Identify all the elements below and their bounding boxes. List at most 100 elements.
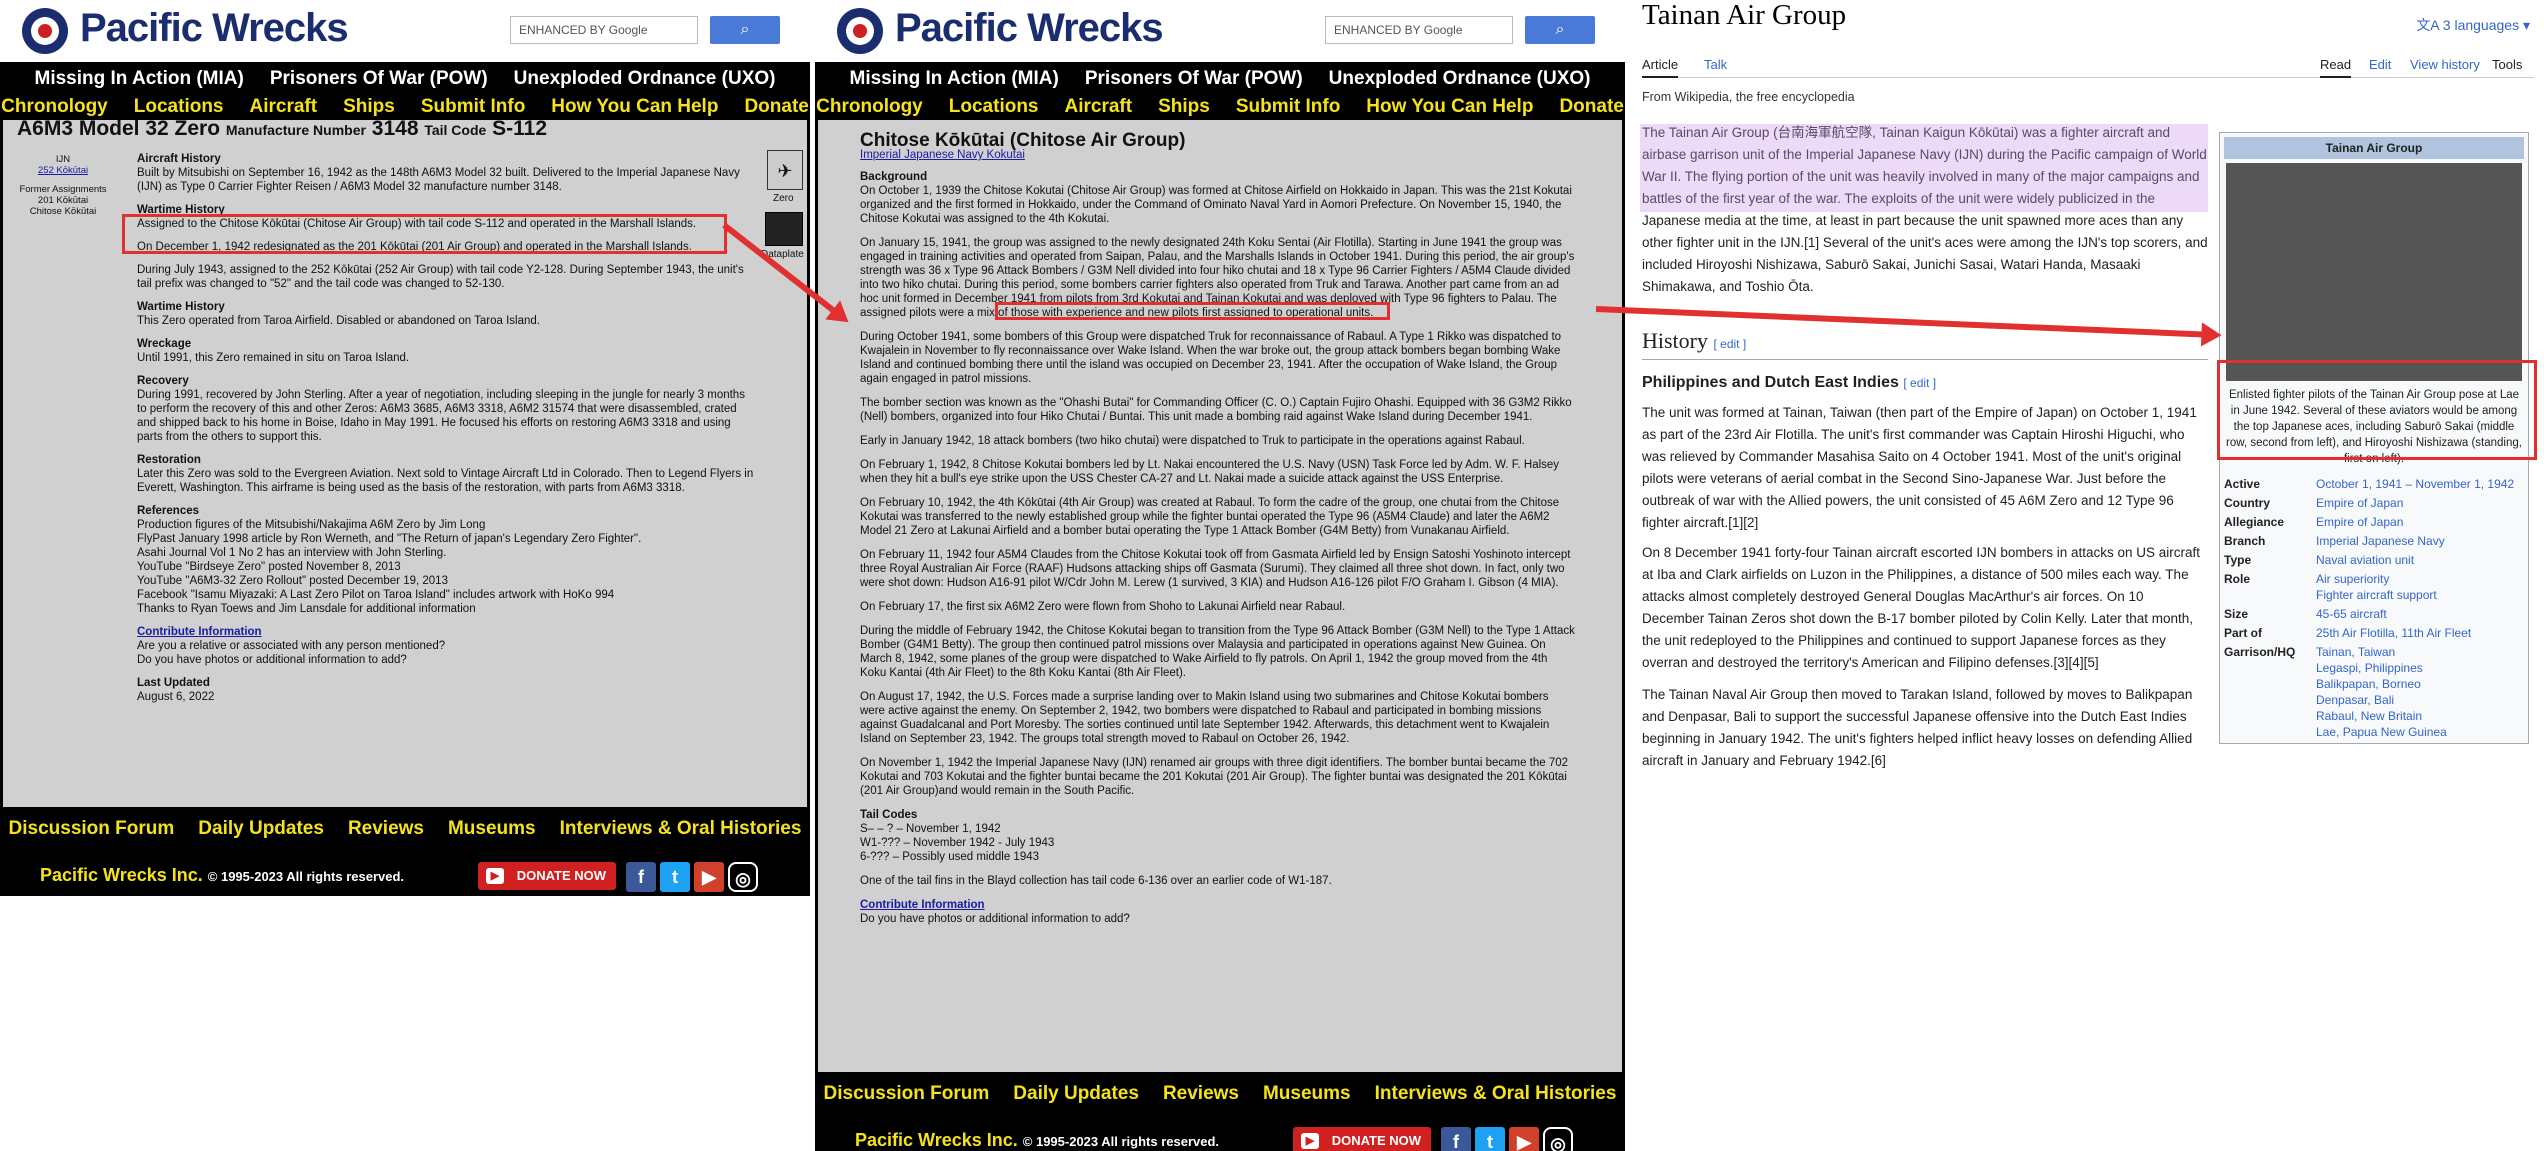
infobox-label: Part of xyxy=(2224,626,2263,640)
nav-link[interactable]: Prisoners Of War (POW) xyxy=(270,66,488,94)
nav-row: Missing In Action (MIA) Prisoners Of War … xyxy=(815,66,1625,94)
nav-link[interactable]: How You Can Help xyxy=(551,94,718,122)
nav-link[interactable]: Aircraft xyxy=(250,94,318,122)
facebook-icon[interactable]: f xyxy=(1441,1127,1471,1151)
infobox-label: Size xyxy=(2224,607,2249,621)
infobox-value[interactable]: 45-65 aircraft xyxy=(2316,606,2524,622)
side-chitose: Chitose Kōkūtai xyxy=(29,206,97,217)
nav-link[interactable]: Locations xyxy=(949,94,1039,122)
infobox-row: Branch Imperial Japanese Navy xyxy=(2224,533,2524,549)
section-heading: Restoration xyxy=(137,454,201,466)
language-button[interactable]: 文A 3 languages ▾ xyxy=(2416,14,2530,36)
nav-link[interactable]: Missing In Action (MIA) xyxy=(850,66,1059,94)
footer-link[interactable]: Daily Updates xyxy=(1013,1083,1139,1105)
site-header: ★ Pacific Wrecks ENHANCED BY Google ⌕ xyxy=(815,0,1625,62)
roundel-logo-icon[interactable]: ★ xyxy=(22,8,68,54)
infobox-value[interactable]: Air superiority Fighter aircraft support xyxy=(2316,571,2524,603)
nav-link[interactable]: Aircraft xyxy=(1065,94,1133,122)
donate-button[interactable]: ▶ DONATE NOW xyxy=(478,862,616,890)
nav-link[interactable]: Unexploded Ordnance (UXO) xyxy=(514,66,776,94)
paragraph: On February 17, the first six A6M2 Zero … xyxy=(860,601,1346,613)
group-photo[interactable] xyxy=(2226,163,2522,381)
nav-link[interactable]: Donate xyxy=(744,94,808,122)
footer-link[interactable]: Discussion Forum xyxy=(824,1083,990,1105)
pacific-wrecks-aircraft-page: ★ Pacific Wrecks ENHANCED BY Google ⌕ Mi… xyxy=(0,0,810,900)
infobox-row: Active October 1, 1941 – November 1, 1942 xyxy=(2224,476,2524,492)
instagram-icon[interactable]: ◎ xyxy=(728,862,758,892)
footer-link[interactable]: Daily Updates xyxy=(198,818,324,840)
nav-link[interactable]: Donate xyxy=(1559,94,1623,122)
youtube-icon[interactable]: ▶ xyxy=(694,862,724,892)
highlight-ad-hoc-unit xyxy=(995,302,1390,320)
contribute-text: Do you have photos or additional informa… xyxy=(860,913,1130,925)
search-input[interactable]: ENHANCED BY Google xyxy=(510,16,698,44)
history-section: During July 1943, assigned to the 252 Kō… xyxy=(137,263,757,291)
facebook-icon[interactable]: f xyxy=(626,862,656,892)
dataplate-thumbnail[interactable] xyxy=(765,212,803,246)
youtube-icon[interactable]: ▶ xyxy=(1509,1127,1539,1151)
infobox-value[interactable]: 25th Air Flotilla, 11th Air Fleet xyxy=(2316,625,2524,641)
history-section: References Production figures of the Mits… xyxy=(137,504,757,616)
section-heading: References xyxy=(137,505,200,517)
roundel-logo-icon[interactable]: ★ xyxy=(837,8,883,54)
search-button[interactable]: ⌕ xyxy=(1525,16,1595,44)
side-former: Former Assignments xyxy=(19,184,107,195)
nav-link[interactable]: Chronology xyxy=(816,94,923,122)
footer-link[interactable]: Interviews & Oral Histories xyxy=(1375,1083,1617,1105)
highlight-wartime-history xyxy=(122,214,727,254)
site-footer: Discussion Forum Daily Updates Reviews Muse… xyxy=(0,810,810,896)
infobox-value[interactable]: Naval aviation unit xyxy=(2316,552,2524,568)
paragraph: On February 11, 1942 four A5M4 Claudes f… xyxy=(860,549,1571,589)
footer-link[interactable]: Reviews xyxy=(348,818,424,840)
nav-link[interactable]: Submit Info xyxy=(1236,94,1340,122)
paragraph: On February 10, 1942, the 4th Kōkūtai (4… xyxy=(860,497,1560,537)
footer-link[interactable]: Museums xyxy=(448,818,536,840)
footer-link[interactable]: Interviews & Oral Histories xyxy=(560,818,802,840)
infobox-label: Active xyxy=(2224,477,2261,491)
donate-button[interactable]: ▶ DONATE NOW xyxy=(1293,1127,1431,1151)
history-section: Restoration Later this Zero was sold to t… xyxy=(137,453,757,495)
contribute-link[interactable]: Contribute Information xyxy=(860,898,1576,912)
footer-link[interactable]: Reviews xyxy=(1163,1083,1239,1105)
side-ijn: IJN xyxy=(55,154,71,165)
footer-link[interactable]: Discussion Forum xyxy=(9,818,175,840)
instagram-icon[interactable]: ◎ xyxy=(1543,1127,1573,1151)
tab-tools[interactable]: Tools xyxy=(2492,54,2522,76)
search-button[interactable]: ⌕ xyxy=(710,16,780,44)
history-section: Wreckage Until 1991, this Zero remained i… xyxy=(137,337,757,365)
tab-edit[interactable]: Edit xyxy=(2369,54,2391,76)
infobox-value[interactable]: Empire of Japan xyxy=(2316,495,2524,511)
language-count: 3 languages xyxy=(2442,17,2520,33)
edit-philippines-link[interactable]: [ edit ] xyxy=(1903,376,1936,390)
infobox-value[interactable]: Tainan, Taiwan Legaspi, Philippines Bali… xyxy=(2316,644,2524,740)
side-link-252[interactable]: 252 Kōkūtai xyxy=(13,165,113,176)
section-heading[interactable]: Contribute Information xyxy=(137,625,757,639)
tab-read[interactable]: Read xyxy=(2320,54,2352,78)
tab-article[interactable]: Article xyxy=(1642,54,1679,78)
section-text: During July 1943, assigned to the 252 Kō… xyxy=(137,264,744,290)
search-input[interactable]: ENHANCED BY Google xyxy=(1325,16,1513,44)
site-brand[interactable]: Pacific Wrecks xyxy=(80,6,349,51)
nav-link[interactable]: Prisoners Of War (POW) xyxy=(1085,66,1303,94)
nav-link[interactable]: How You Can Help xyxy=(1366,94,1533,122)
infobox-value[interactable]: Empire of Japan xyxy=(2316,514,2524,530)
infobox-label: Garrison/HQ xyxy=(2224,645,2296,659)
tab-talk[interactable]: Talk xyxy=(1704,54,1727,76)
subtitle-link[interactable]: Imperial Japanese Navy Kokutai xyxy=(860,148,1576,162)
edit-history-link[interactable]: [ edit ] xyxy=(1714,337,1747,351)
footer-link[interactable]: Museums xyxy=(1263,1083,1351,1105)
copyright: Pacific Wrecks Inc. © 1995-2023 All righ… xyxy=(855,1130,1220,1150)
zero-thumbnail[interactable]: ✈ xyxy=(767,150,803,190)
twitter-icon[interactable]: t xyxy=(1475,1127,1505,1151)
infobox-value[interactable]: Imperial Japanese Navy xyxy=(2316,533,2524,549)
paragraph: On October 1, 1939 the Chitose Kokutai (… xyxy=(860,185,1572,225)
tab-view-history[interactable]: View history xyxy=(2410,54,2480,76)
infobox-value[interactable]: October 1, 1941 – November 1, 1942 xyxy=(2316,476,2524,492)
twitter-icon[interactable]: t xyxy=(660,862,690,892)
site-brand[interactable]: Pacific Wrecks xyxy=(895,6,1164,51)
nav-link[interactable]: Ships xyxy=(1158,94,1210,122)
nav-link[interactable]: Unexploded Ordnance (UXO) xyxy=(1329,66,1591,94)
history-section: Contribute Information Are you a relative… xyxy=(137,625,757,667)
infobox-row: Role Air superiority Fighter aircraft sup… xyxy=(2224,571,2524,603)
nav-link[interactable]: Missing In Action (MIA) xyxy=(35,66,244,94)
